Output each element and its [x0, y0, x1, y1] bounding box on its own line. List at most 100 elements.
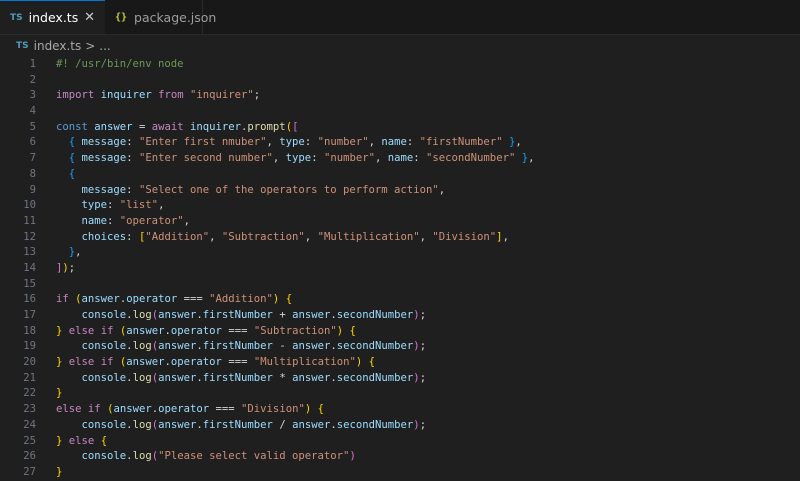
code-token: ,	[438, 183, 446, 196]
close-icon[interactable]: ✕	[84, 10, 95, 25]
code-token: "Division"	[432, 230, 497, 243]
code-token: ,	[266, 136, 280, 149]
code-line[interactable]: 23 else if (answer.operator === "Division…	[0, 402, 800, 418]
code-text: console.log("Please select valid operato…	[56, 449, 800, 465]
code-token: answer	[126, 356, 165, 369]
tab-index-ts[interactable]: TS index.ts ✕	[0, 0, 105, 34]
code-token: ;	[419, 309, 427, 321]
code-token: ,	[272, 152, 286, 165]
code-token: ,	[515, 136, 522, 149]
code-token: ,	[528, 152, 535, 165]
tab-package-json[interactable]: {} package.json	[105, 0, 216, 34]
code-token: ,	[304, 230, 318, 243]
code-token: [	[292, 120, 299, 133]
code-line[interactable]: 27}	[0, 465, 800, 481]
code-token: "Multiplication"	[253, 356, 356, 369]
code-token: if	[56, 293, 69, 306]
code-line[interactable]: 24 console.log(answer.firstNumber / answ…	[0, 418, 800, 434]
code-line[interactable]: 11 name: "operator",	[0, 214, 800, 230]
code-line[interactable]: 26 console.log("Please select valid oper…	[0, 449, 800, 465]
code-line[interactable]: 19 console.log(answer.firstNumber - answ…	[0, 339, 800, 355]
code-line[interactable]: 14]);	[0, 261, 800, 277]
code-line[interactable]: 18} else if (answer.operator === "Subtra…	[0, 324, 800, 340]
code-token: firstNumber	[202, 418, 273, 431]
code-line[interactable]: 6 { message: "Enter first nmuber", type:…	[0, 135, 800, 151]
code-token: "Multiplication"	[317, 230, 420, 243]
code-token: firstNumber	[202, 371, 273, 384]
code-token: ===	[221, 324, 254, 337]
code-line[interactable]: 15	[0, 277, 800, 293]
code-line[interactable]: 22}	[0, 386, 800, 402]
code-token: else	[56, 403, 82, 416]
line-number: 14	[23, 261, 36, 274]
code-line[interactable]: 8 {	[0, 167, 800, 183]
code-token: answer	[81, 293, 120, 306]
code-token: ,	[183, 214, 190, 227]
code-line[interactable]: 16 if (answer.operator === "Addition") {	[0, 292, 800, 308]
code-line[interactable]: 20} else if (answer.operator === "Multip…	[0, 355, 800, 371]
line-number: 4	[29, 105, 36, 118]
breadcrumb-file[interactable]: index.ts	[34, 39, 82, 53]
code-token: :	[304, 136, 318, 149]
code-text: const answer = await inquirer.prompt([	[56, 120, 800, 136]
code-text: { message: "Enter second number", type: …	[56, 151, 800, 167]
code-line[interactable]: 4	[0, 104, 800, 120]
code-line[interactable]: 25} else {	[0, 434, 800, 450]
code-text: },	[56, 245, 800, 261]
code-token: name	[387, 152, 414, 165]
code-token: if	[87, 403, 101, 416]
code-token: /	[272, 418, 293, 431]
line-number: 22	[23, 387, 36, 400]
code-token: operator	[170, 356, 222, 369]
code-token: secondNumber	[336, 418, 414, 431]
code-line[interactable]: 9 message: "Select one of the operators …	[0, 183, 800, 199]
code-token: :	[107, 199, 120, 212]
tab-label: package.json	[134, 9, 217, 25]
code-token: if	[100, 324, 114, 337]
code-token: "Subtraction"	[221, 230, 305, 243]
code-token: "Enter second number"	[138, 152, 273, 165]
code-token: message	[81, 152, 127, 165]
code-token: console	[81, 418, 127, 431]
code-token: "Subtraction"	[253, 324, 337, 337]
code-line[interactable]: 13 },	[0, 245, 800, 261]
code-token: prompt	[247, 120, 286, 133]
code-line[interactable]: 5 const answer = await inquirer.prompt([	[0, 120, 800, 136]
code-token: {	[100, 434, 108, 447]
code-line[interactable]: 17 console.log(answer.firstNumber + answ…	[0, 308, 800, 324]
code-token: "Division"	[241, 403, 305, 416]
code-token: #! /usr/bin/env node	[56, 58, 184, 70]
code-text: choices: ["Addition", "Subtraction", "Mu…	[56, 230, 800, 246]
code-line[interactable]: 12 choices: ["Addition", "Subtraction", …	[0, 230, 800, 246]
code-token: secondNumber	[336, 340, 414, 353]
code-token: ,	[368, 136, 382, 149]
code-line[interactable]: 10 type: "list",	[0, 198, 800, 214]
code-line[interactable]: 21 console.log(answer.firstNumber * answ…	[0, 371, 800, 387]
code-token: ,	[158, 199, 165, 212]
code-line[interactable]: 7 { message: "Enter second number", type…	[0, 151, 800, 167]
code-line[interactable]: 3 import inquirer from "inquirer";	[0, 88, 800, 104]
code-editor[interactable]: 1 #! /usr/bin/env node 2 3 import inquirer f…	[0, 57, 800, 481]
code-token: "Please select valid operator"	[158, 450, 350, 463]
code-line[interactable]: 2	[0, 73, 800, 89]
code-token: :	[126, 230, 139, 243]
code-token: log	[132, 309, 152, 321]
line-number: 25	[23, 434, 36, 447]
code-token: ,	[209, 230, 222, 243]
code-text: {	[56, 167, 800, 183]
code-line[interactable]: 1 #! /usr/bin/env node	[0, 57, 800, 73]
code-token: :	[406, 136, 420, 149]
breadcrumb: TS index.ts > ...	[0, 35, 800, 57]
code-text: } else if (answer.operator === "Multipli…	[56, 355, 800, 371]
breadcrumb-symbols[interactable]: ...	[99, 39, 110, 53]
code-text: { message: "Enter first nmuber", type: "…	[56, 135, 800, 151]
code-text: } else if (answer.operator === "Subtract…	[56, 324, 800, 340]
